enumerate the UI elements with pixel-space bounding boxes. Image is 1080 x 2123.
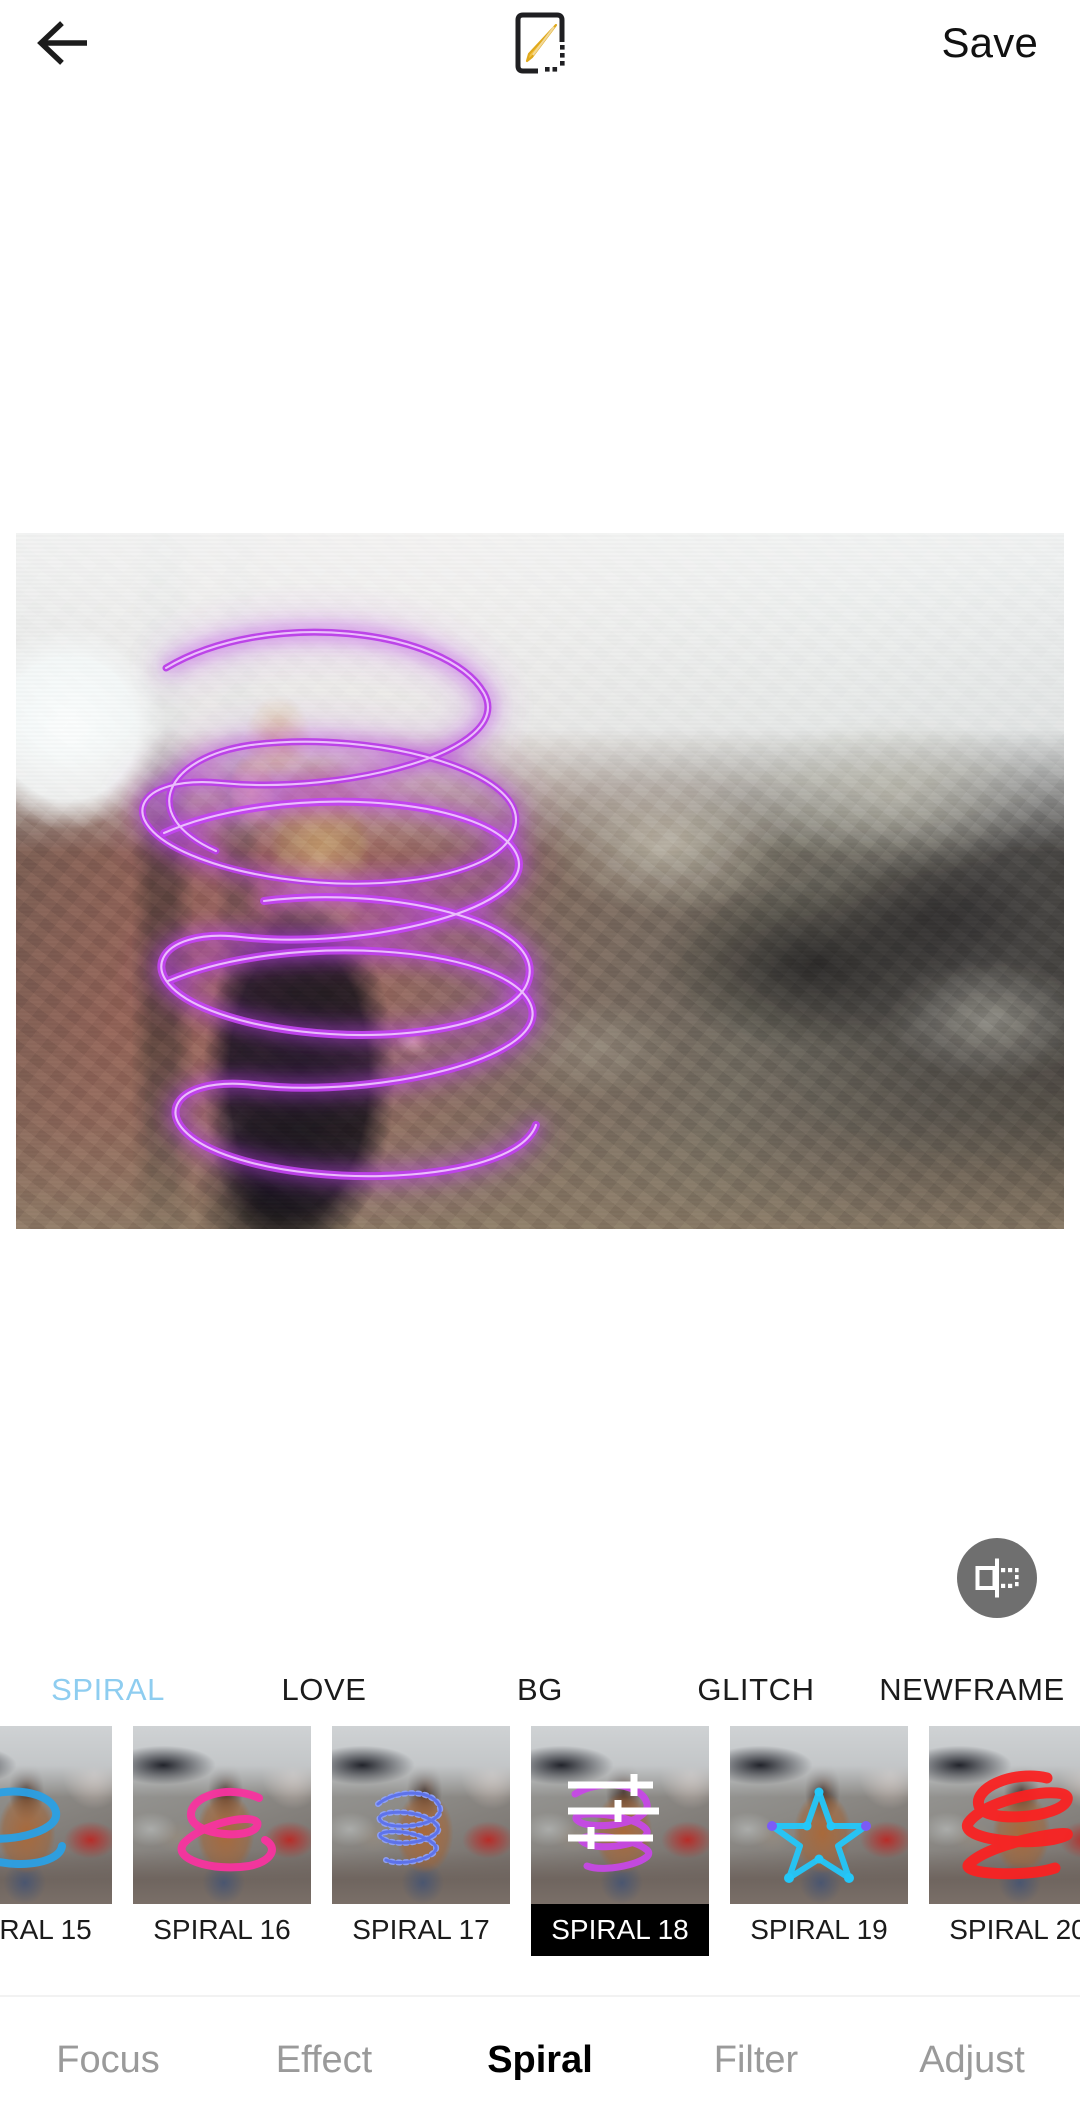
thumb-label: SPIRAL 16 — [153, 1914, 291, 1945]
brush-tool-button[interactable] — [509, 12, 571, 74]
effect-thumb-spiral-18[interactable]: SPIRAL 18 — [531, 1726, 709, 1956]
effect-category-newframe[interactable]: NEWFRAME — [864, 1672, 1080, 1708]
effect-category-bg[interactable]: BG — [432, 1672, 648, 1708]
back-arrow-icon — [37, 21, 87, 65]
save-button[interactable]: Save — [941, 19, 1044, 67]
photo-grain-texture — [16, 533, 1064, 1229]
effect-category-row[interactable]: SPIRAL LOVE BG GLITCH NEWFRAME — [0, 1654, 1080, 1726]
thumb-spiral-shape — [961, 1770, 1073, 1880]
effect-category-glitch[interactable]: GLITCH — [648, 1672, 864, 1708]
tab-focus[interactable]: Focus — [0, 2039, 216, 2082]
back-button[interactable] — [36, 7, 108, 79]
thumb-label: SPIRAL 19 — [750, 1914, 888, 1945]
thumb-adjust-handles-icon — [568, 1774, 659, 1849]
tab-adjust[interactable]: Adjust — [864, 2039, 1080, 2082]
thumb-preview-image — [730, 1726, 908, 1904]
thumb-spiral-shape — [177, 1787, 276, 1872]
thumb-spiral-shape — [375, 1790, 443, 1866]
thumb-star-shape — [767, 1787, 871, 1883]
thumb-label: SPIRAL 20 — [949, 1914, 1080, 1945]
effect-thumb-spiral-17[interactable]: SPIRAL 17 — [332, 1726, 510, 1956]
thumb-preview-image — [133, 1726, 311, 1904]
flip-horizontal-icon — [975, 1558, 1019, 1598]
tab-filter[interactable]: Filter — [648, 2039, 864, 2082]
effect-thumb-spiral-20[interactable]: SPIRAL 20 — [929, 1726, 1080, 1956]
tab-effect[interactable]: Effect — [216, 2039, 432, 2082]
tab-spiral[interactable]: Spiral — [432, 2039, 648, 2082]
photo-editor-screen: Save SPIRAL LOVE BG GLITCH NEWFRAME RAL … — [0, 0, 1080, 2123]
top-bar: Save — [0, 0, 1080, 86]
thumb-spiral-shape — [0, 1787, 66, 1868]
canvas-area — [0, 86, 1080, 1650]
effects-panel: SPIRAL LOVE BG GLITCH NEWFRAME SPIRAL 15 — [0, 1650, 1080, 1997]
thumb-label: SPIRAL 17 — [352, 1914, 490, 1945]
bottom-tab-bar: Focus Effect Spiral Filter Adjust — [0, 1997, 1080, 2123]
thumb-preview-image — [929, 1726, 1080, 1904]
effect-thumb-spiral-15[interactable]: SPIRAL 15 — [0, 1726, 112, 1956]
thumb-preview-image — [0, 1726, 112, 1904]
edited-photo[interactable] — [16, 533, 1064, 1229]
effect-thumb-spiral-16[interactable]: SPIRAL 16 — [133, 1726, 311, 1956]
effect-thumb-spiral-19[interactable]: SPIRAL 19 — [730, 1726, 908, 1956]
effect-thumbnail-strip[interactable]: SPIRAL 15 SPIRAL 16 — [0, 1726, 1080, 1958]
thumb-preview-image — [531, 1726, 709, 1904]
effect-category-spiral[interactable]: SPIRAL — [0, 1672, 216, 1708]
effect-category-love[interactable]: LOVE — [216, 1672, 432, 1708]
thumb-label: SPIRAL 18 — [531, 1904, 709, 1956]
thumb-preview-image — [332, 1726, 510, 1904]
flip-horizontal-button[interactable] — [957, 1538, 1037, 1618]
thumb-label: SPIRAL 15 — [0, 1914, 92, 1945]
brush-frame-icon — [515, 12, 565, 74]
